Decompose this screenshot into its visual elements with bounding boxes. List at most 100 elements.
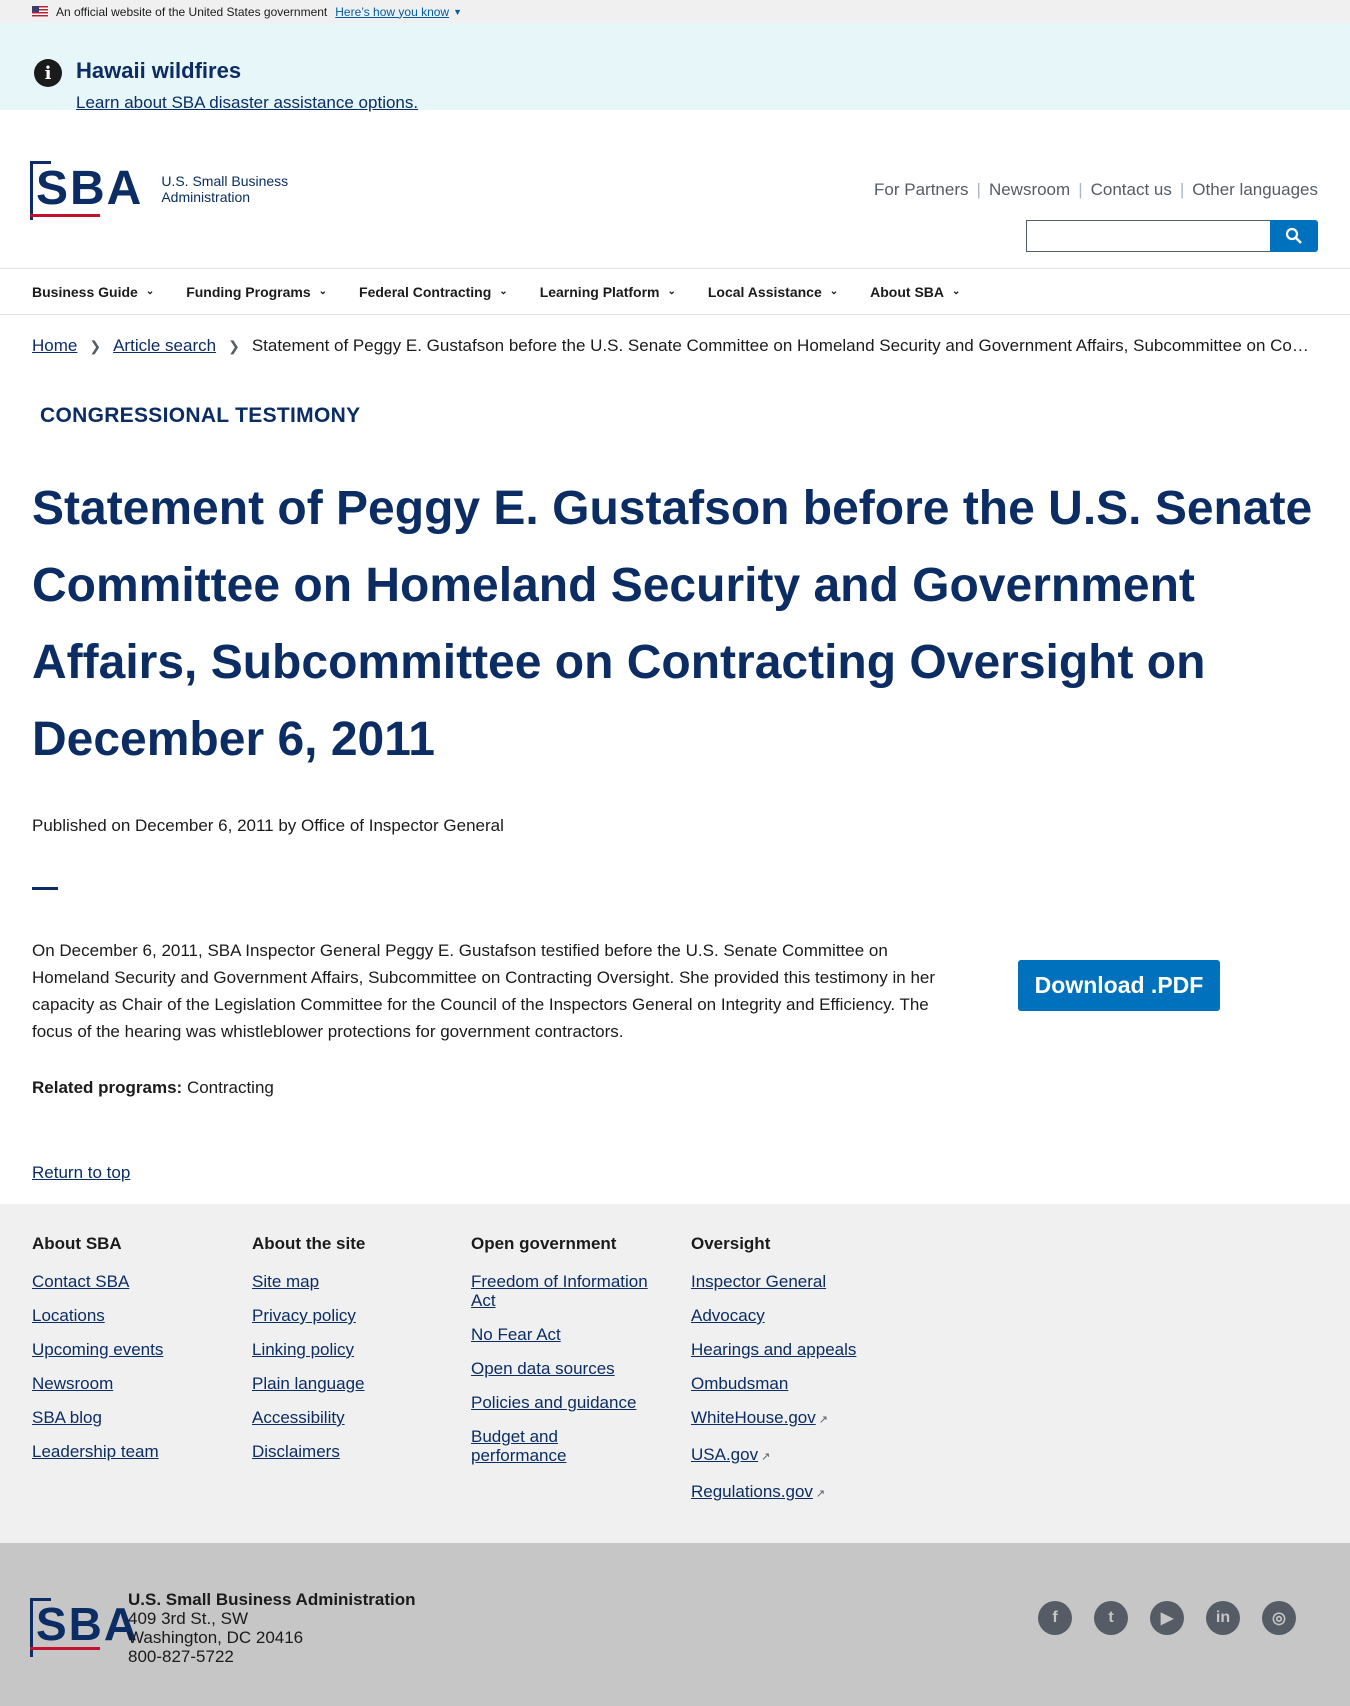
search-icon — [1285, 227, 1302, 244]
nav-about-sba[interactable]: About SBA ⌄ — [870, 284, 960, 300]
for-partners-link[interactable]: For Partners — [874, 180, 968, 200]
sba-logo-text: U.S. Small Business Administration — [161, 173, 288, 205]
footer-address-line: 409 3rd St., SW — [128, 1609, 248, 1628]
return-to-top-link[interactable]: Return to top — [32, 1163, 130, 1183]
breadcrumb: Home ❯ Article search ❯ Statement of Peg… — [32, 336, 1318, 356]
footer-link[interactable]: Newsroom — [32, 1374, 222, 1393]
download-pdf-button[interactable]: Download .PDF — [1018, 960, 1220, 1011]
footer-link-external[interactable]: USA.gov ↗ — [691, 1445, 881, 1467]
search-button[interactable] — [1270, 220, 1318, 252]
footer-link[interactable]: Hearings and appeals — [691, 1340, 881, 1359]
footer-link[interactable]: Open data sources — [471, 1359, 671, 1378]
search-input[interactable] — [1026, 220, 1270, 252]
breadcrumb-article-search[interactable]: Article search — [113, 336, 216, 356]
nav-label: Learning Platform — [539, 283, 660, 300]
footer-link[interactable]: Linking policy — [252, 1340, 442, 1359]
nav-label: Funding Programs — [186, 283, 311, 300]
alert-title: Hawaii wildfires — [76, 58, 242, 83]
linkedin-icon[interactable]: in — [1206, 1601, 1240, 1635]
article-body: On December 6, 2011, SBA Inspector Gener… — [32, 941, 936, 1041]
facebook-icon[interactable]: f — [1038, 1601, 1072, 1635]
external-link-icon: ↗ — [818, 1414, 828, 1426]
footer-link[interactable]: Locations — [32, 1306, 222, 1325]
site-header: SBA U.S. Small Business Administration F… — [0, 110, 1350, 269]
footer-link-external[interactable]: WhiteHouse.gov ↗ — [691, 1408, 881, 1430]
footer-heading: Open government — [471, 1234, 617, 1253]
main-nav: Business Guide ⌄ Funding Programs ⌄ Federa… — [0, 269, 1350, 315]
sba-logo-mark: SBA — [29, 161, 147, 220]
link-label: Regulations.gov — [691, 1482, 813, 1501]
nav-label: About SBA — [870, 283, 945, 300]
footer-link[interactable]: Policies and guidance — [471, 1393, 671, 1412]
footer-link-external[interactable]: Regulations.gov ↗ — [691, 1482, 881, 1504]
footer-column-about-site: About the site Site map Privacy policy L… — [252, 1234, 442, 1476]
gov-banner: An official website of the United States… — [0, 0, 1350, 23]
external-link-icon: ↗ — [761, 1451, 771, 1463]
link-label: USA.gov — [691, 1445, 759, 1464]
youtube-icon[interactable]: ▶ — [1150, 1601, 1184, 1635]
divider: | — [1179, 180, 1185, 199]
page-title: Statement of Peggy E. Gustafson before t… — [32, 482, 1313, 766]
logo-text-line-2: Administration — [161, 189, 251, 205]
footer-heading: About SBA — [32, 1234, 122, 1253]
nav-local-assistance[interactable]: Local Assistance ⌄ — [708, 284, 838, 300]
nav-federal-contracting[interactable]: Federal Contracting ⌄ — [359, 284, 508, 300]
heres-how-you-know-link[interactable]: Here’s how you know — [335, 5, 449, 19]
footer-heading: Oversight — [691, 1234, 771, 1253]
other-languages-link[interactable]: Other languages — [1192, 180, 1318, 200]
footer-org-name: U.S. Small Business Administration — [128, 1590, 416, 1609]
nav-business-guide[interactable]: Business Guide ⌄ — [32, 284, 154, 300]
footer-link[interactable]: Contact SBA — [32, 1272, 222, 1291]
nav-label: Federal Contracting — [359, 283, 492, 300]
footer-link[interactable]: Leadership team — [32, 1442, 222, 1461]
footer-link[interactable]: Advocacy — [691, 1306, 881, 1325]
footer-phone: 800-827-5722 — [128, 1647, 234, 1666]
footer-link[interactable]: Plain language — [252, 1374, 442, 1393]
nav-learning-platform[interactable]: Learning Platform ⌄ — [540, 284, 676, 300]
chevron-right-icon: ❯ — [89, 337, 102, 354]
footer-link[interactable]: Freedom of Information Act — [471, 1272, 671, 1310]
footer-link[interactable]: Site map — [252, 1272, 442, 1291]
newsroom-link[interactable]: Newsroom — [989, 180, 1070, 200]
divider: | — [1078, 180, 1083, 199]
related-programs: Related programs: Contracting — [32, 1078, 274, 1098]
footer-link[interactable]: SBA blog — [32, 1408, 222, 1427]
contact-us-link[interactable]: Contact us — [1091, 180, 1172, 200]
footer-link[interactable]: Disclaimers — [252, 1442, 442, 1461]
footer-link[interactable]: Budget and performance — [471, 1427, 591, 1465]
footer-address-line: Washington, DC 20416 — [128, 1628, 304, 1647]
breadcrumb-current: Statement of Peggy E. Gustafson before t… — [251, 336, 1318, 355]
footer-link[interactable]: Inspector General — [691, 1272, 881, 1291]
sba-logo[interactable]: SBA U.S. Small Business Administration — [29, 161, 288, 220]
utility-nav: For Partners | Newsroom | Contact us | O… — [874, 180, 1318, 200]
footer-column-open-government: Open government Freedom of Information A… — [471, 1234, 671, 1480]
chevron-down-icon: ▼ — [453, 6, 463, 17]
footer-link[interactable]: Upcoming events — [32, 1340, 222, 1359]
site-search — [1026, 220, 1318, 252]
footer-link[interactable]: Ombudsman — [691, 1374, 881, 1393]
related-programs-label: Related programs: — [32, 1078, 183, 1097]
footer-link[interactable]: No Fear Act — [471, 1325, 671, 1344]
logo-text-line-1: U.S. Small Business — [161, 173, 289, 189]
chevron-down-icon: ⌄ — [318, 286, 328, 297]
footer-heading: About the site — [252, 1234, 366, 1253]
nav-label: Local Assistance — [707, 283, 822, 300]
footer-column-about-sba: About SBA Contact SBA Locations Upcoming… — [32, 1234, 222, 1476]
nav-funding-programs[interactable]: Funding Programs ⌄ — [186, 284, 327, 300]
info-icon: i — [34, 59, 62, 87]
social-links: f t ▶ in ◎ — [1016, 1601, 1296, 1635]
footer-link[interactable]: Accessibility — [252, 1408, 442, 1427]
chevron-right-icon: ❯ — [228, 337, 240, 354]
instagram-icon[interactable]: ◎ — [1262, 1601, 1296, 1635]
nav-label: Business Guide — [32, 283, 138, 300]
gov-banner-text: An official website of the United States… — [56, 4, 328, 19]
twitter-icon[interactable]: t — [1094, 1601, 1128, 1635]
sba-footer-logo[interactable]: SBA — [32, 1593, 143, 1655]
chevron-down-icon: ⌄ — [667, 286, 676, 297]
link-label: WhiteHouse.gov — [691, 1408, 816, 1427]
article-type: CONGRESSIONAL TESTIMONY — [40, 404, 361, 427]
footer-bottom: SBA U.S. Small Business Administration 4… — [0, 1543, 1350, 1706]
footer-link[interactable]: Privacy policy — [252, 1306, 442, 1325]
divider — [32, 887, 58, 890]
breadcrumb-home[interactable]: Home — [32, 336, 77, 356]
